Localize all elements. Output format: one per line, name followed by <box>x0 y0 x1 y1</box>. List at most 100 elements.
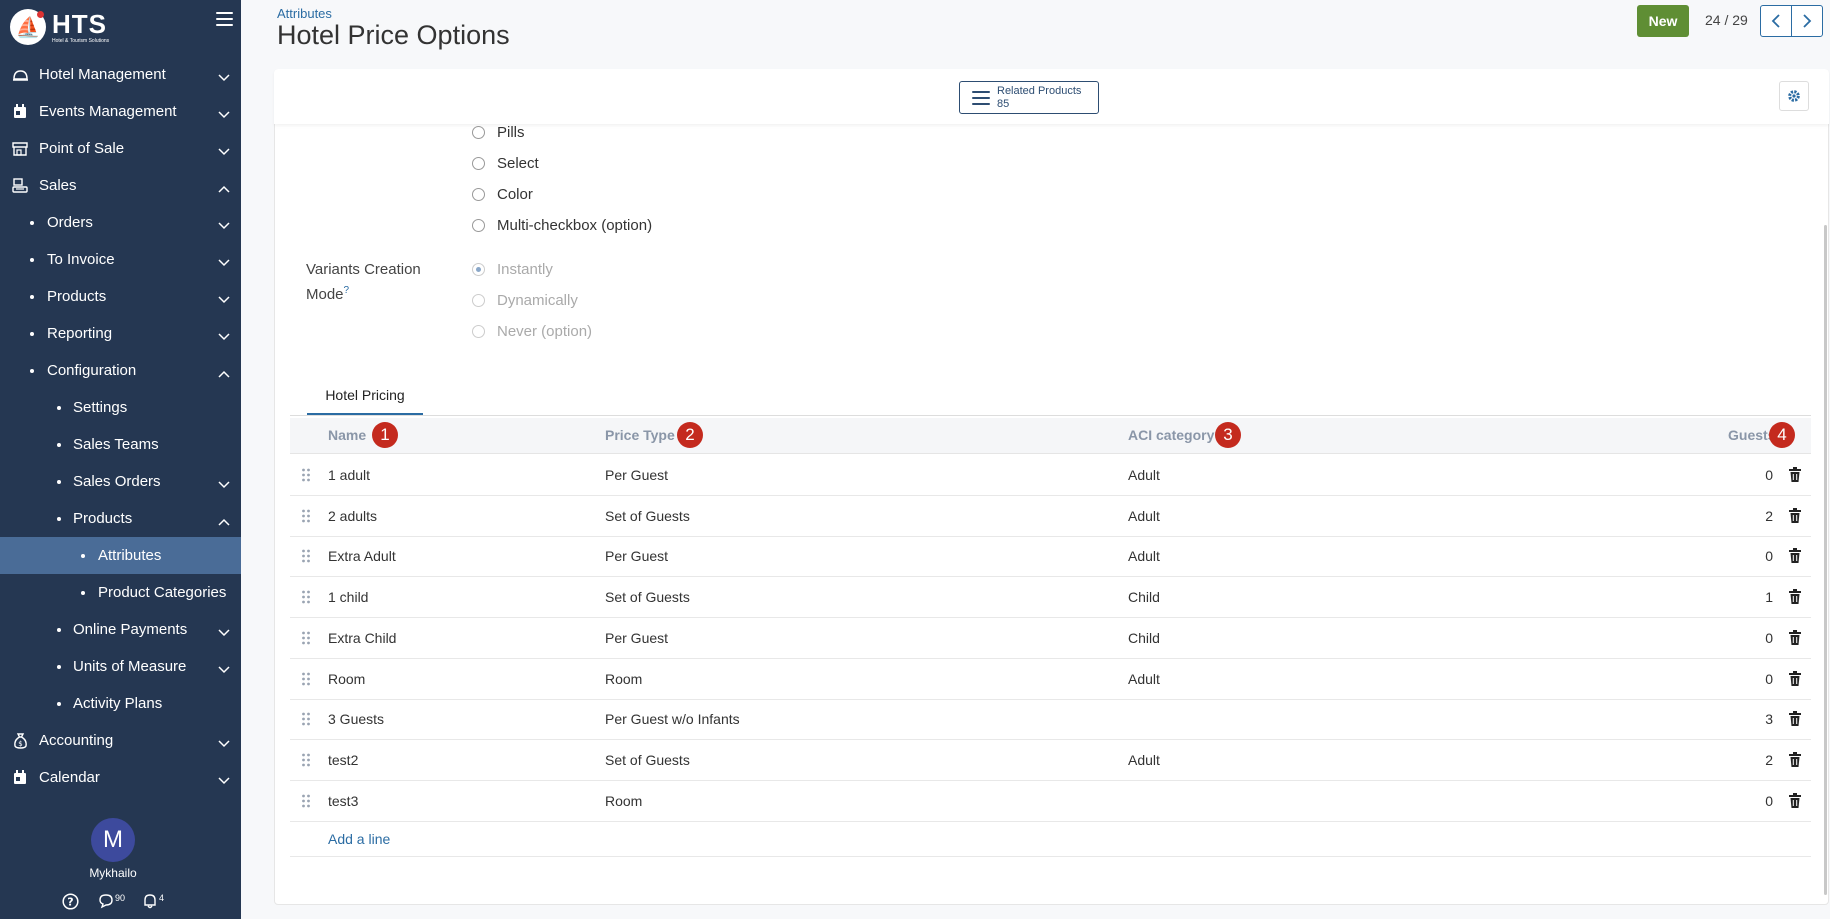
tab-hotel-pricing[interactable]: Hotel Pricing <box>307 377 423 415</box>
avatar[interactable]: M <box>91 818 135 862</box>
calendar-icon <box>11 104 29 120</box>
sidebar-item-accounting[interactable]: $ Accounting <box>0 722 241 759</box>
breadcrumb[interactable]: Attributes <box>277 6 332 21</box>
radio-label: Dynamically <box>497 291 578 309</box>
sidebar-item-label: Events Management <box>39 103 177 120</box>
sidebar-item-label: Sales Teams <box>73 436 159 453</box>
sidebar-item-sales-teams[interactable]: Sales Teams <box>0 426 241 463</box>
table-row[interactable]: Extra Child Per Guest Child 0 <box>290 618 1811 659</box>
previous-record-button[interactable] <box>1760 5 1792 37</box>
help-icon[interactable]: ? <box>62 893 79 910</box>
table-row[interactable]: test3 Room 0 <box>290 781 1811 822</box>
trash-icon[interactable] <box>1789 751 1801 767</box>
radio-circle[interactable] <box>472 218 485 232</box>
cell-aci-category: Child <box>1128 629 1160 646</box>
drag-handle-icon[interactable] <box>301 794 311 808</box>
radio-display-pills[interactable]: Pills <box>472 122 525 142</box>
sidebar-item-label: Configuration <box>47 362 137 379</box>
sidebar-item-sales-orders[interactable]: Sales Orders <box>0 463 241 500</box>
sidebar-item-label: Attributes <box>98 547 162 564</box>
table-row[interactable]: 1 adult Per Guest Adult 0 <box>290 455 1811 496</box>
sidebar-item-point-of-sale[interactable]: Point of Sale <box>0 130 241 167</box>
drag-handle-icon[interactable] <box>301 712 311 726</box>
drag-handle-icon[interactable] <box>301 631 311 645</box>
sidebar-item-products[interactable]: Products <box>0 278 241 315</box>
radio-label: Pills <box>497 123 525 141</box>
drag-handle-icon[interactable] <box>301 753 311 767</box>
sidebar-item-products[interactable]: Products <box>0 500 241 537</box>
next-record-button[interactable] <box>1791 5 1823 37</box>
radio-display-multi-checkbox-option[interactable]: Multi-checkbox (option) <box>472 215 652 235</box>
settings-button[interactable] <box>1779 81 1809 111</box>
sidebar-item-configuration[interactable]: Configuration <box>0 352 241 389</box>
cell-price-type: Per Guest <box>605 467 669 483</box>
trash-icon[interactable] <box>1789 467 1801 482</box>
trash-icon[interactable] <box>1789 629 1801 645</box>
sidebar-item-hotel-management[interactable]: Hotel Management <box>0 56 241 93</box>
chevron-up-icon <box>218 365 230 378</box>
trash-icon[interactable] <box>1789 670 1801 686</box>
chevron-down-icon <box>218 624 230 637</box>
table-row[interactable]: Extra Adult Per Guest Adult 0 <box>290 536 1811 578</box>
radio-circle[interactable] <box>472 125 485 139</box>
drag-handle-icon[interactable] <box>301 672 311 686</box>
radio-circle[interactable] <box>472 187 485 201</box>
sidebar-item-calendar[interactable]: Calendar <box>0 759 241 796</box>
column-price-type[interactable]: Price Type <box>605 427 675 443</box>
add-line-link[interactable]: Add a line <box>328 831 390 847</box>
trash-icon[interactable] <box>1789 507 1801 523</box>
sidebar-item-sales[interactable]: Sales <box>0 167 241 204</box>
sidebar-item-label: Orders <box>47 214 93 231</box>
sidebar-item-settings[interactable]: Settings <box>0 389 241 426</box>
radio-display-select[interactable]: Select <box>472 153 539 173</box>
drag-handle-icon[interactable] <box>301 549 311 563</box>
scrollbar[interactable] <box>1824 225 1827 895</box>
sidebar-item-attributes[interactable]: Attributes <box>0 537 241 574</box>
table-row[interactable]: 1 child Set of Guests Child 1 <box>290 577 1811 619</box>
table-row[interactable]: test2 Set of Guests Adult 2 <box>290 740 1811 781</box>
notifications-icon[interactable]: 4 <box>142 893 164 909</box>
trash-icon[interactable] <box>1789 548 1801 564</box>
table-row[interactable]: 2 adults Set of Guests Adult 2 <box>290 496 1811 537</box>
menu-toggle-icon[interactable] <box>216 12 233 26</box>
sidebar-item-events-management[interactable]: Events Management <box>0 93 241 130</box>
drag-handle-icon[interactable] <box>301 509 311 523</box>
sidebar-item-activity-plans[interactable]: Activity Plans <box>0 685 241 722</box>
column-name[interactable]: Name <box>328 427 366 443</box>
trash-icon[interactable] <box>1789 711 1801 727</box>
badge-2: 2 <box>677 422 703 448</box>
related-products-button[interactable]: Related Products 85 <box>959 81 1099 114</box>
cell-name: test3 <box>328 792 359 809</box>
cell-guests: 0 <box>1765 629 1773 646</box>
drag-handle-icon[interactable] <box>301 468 311 482</box>
pager-counter[interactable]: 24 / 29 <box>1705 12 1748 28</box>
sidebar-item-units-of-measure[interactable]: Units of Measure <box>0 648 241 685</box>
trash-icon[interactable] <box>1789 792 1801 808</box>
sidebar-item-reporting[interactable]: Reporting <box>0 315 241 352</box>
radio-display-color[interactable]: Color <box>472 184 533 204</box>
cell-guests: 1 <box>1765 589 1773 606</box>
column-aci-category[interactable]: ACI category <box>1128 427 1214 443</box>
radio-circle[interactable] <box>472 156 485 170</box>
chevron-up-icon <box>218 180 230 193</box>
chevron-right-icon <box>1803 14 1812 28</box>
app-logo[interactable]: ⛵ HTS Hotel & Tourism Solutions <box>10 8 109 46</box>
drag-handle-icon[interactable] <box>301 590 311 604</box>
radio-variant-dynamically: Dynamically <box>472 290 578 310</box>
table-row[interactable]: Room Room Adult 0 <box>290 659 1811 700</box>
sidebar-item-online-payments[interactable]: Online Payments <box>0 611 241 648</box>
trash-icon[interactable] <box>1789 589 1801 605</box>
bullet-icon <box>30 331 34 336</box>
cell-guests: 0 <box>1765 467 1773 483</box>
sidebar-item-product-categories[interactable]: Product Categories <box>0 574 241 611</box>
sidebar-item-to-invoice[interactable]: To Invoice <box>0 241 241 278</box>
table-row[interactable]: 3 Guests Per Guest w/o Infants 3 <box>290 699 1811 741</box>
help-tooltip-icon[interactable]: ? <box>344 285 350 296</box>
bullet-icon <box>57 405 61 410</box>
logo-subtitle: Hotel & Tourism Solutions <box>52 37 110 44</box>
cell-name: 1 adult <box>328 467 371 483</box>
user-profile[interactable]: M Mykhailo <box>0 818 226 880</box>
messages-icon[interactable]: 90 <box>98 893 125 909</box>
sidebar-item-orders[interactable]: Orders <box>0 204 241 241</box>
new-button[interactable]: New <box>1637 5 1689 37</box>
